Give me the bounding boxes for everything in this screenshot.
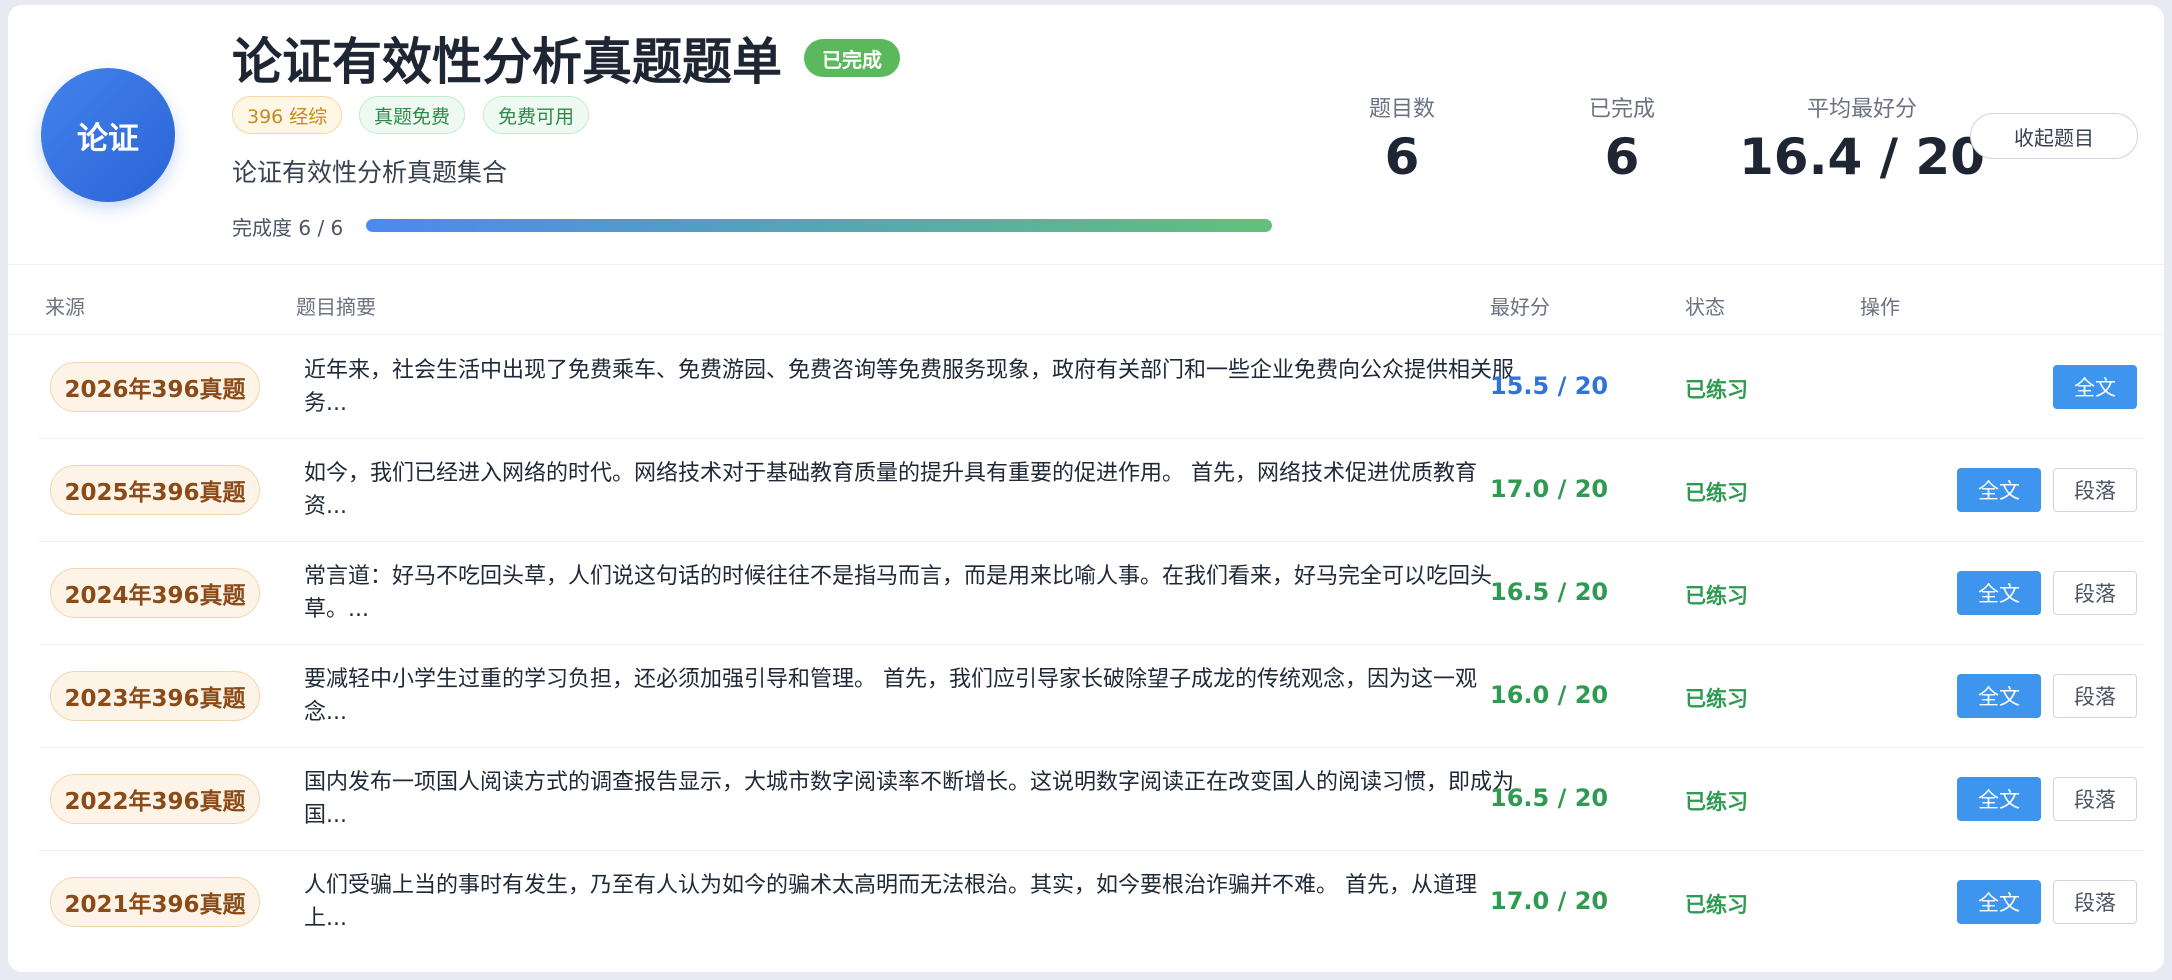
source-badge: 2021年396真题 <box>50 877 260 927</box>
question-summary: 人们受骗上当的事时有发生，乃至有人认为如今的骗术太高明而无法根治。其实，如今要根… <box>304 873 1477 931</box>
practice-status: 已练习 <box>1685 790 1748 814</box>
paragraph-button[interactable]: 段落 <box>2053 468 2137 512</box>
best-score: 16.5 / 20 <box>1490 578 1609 606</box>
column-header-best-score: 最好分 <box>1490 295 1550 319</box>
paragraph-button[interactable]: 段落 <box>2053 674 2137 718</box>
best-score: 16.5 / 20 <box>1490 784 1609 812</box>
table-row: 2026年396真题 近年来，社会生活中出现了免费乘车、免费游园、免费咨询等免费服… <box>38 336 2144 439</box>
practice-status: 已练习 <box>1685 687 1748 711</box>
question-summary: 如今，我们已经进入网络的时代。网络技术对于基础教育质量的提升具有重要的促进作用。… <box>304 461 1477 519</box>
table-row: 2025年396真题 如今，我们已经进入网络的时代。网络技术对于基础教育质量的提升… <box>38 439 2144 542</box>
tag-free-exam: 真题免费 <box>359 96 466 134</box>
full-text-button[interactable]: 全文 <box>2053 365 2137 409</box>
full-text-button[interactable]: 全文 <box>1957 571 2041 615</box>
full-text-button[interactable]: 全文 <box>1957 674 2041 718</box>
table-header: 来源 题目摘要 最好分 状态 操作 <box>8 267 2164 335</box>
progress-label: 完成度 6 / 6 <box>232 216 344 240</box>
stat-completed: 已完成 6 <box>1522 91 1722 185</box>
question-summary: 要减轻中小学生过重的学习负担，还必须加强引导和管理。 首先，我们应引导家长破除望… <box>304 667 1477 725</box>
progress-bar-fill <box>366 219 1272 232</box>
tag-subject: 396 经综 <box>232 96 343 134</box>
stat-label: 已完成 <box>1588 97 1655 122</box>
practice-status: 已练习 <box>1685 481 1748 505</box>
question-list-card: 论证 论证有效性分析真题题单 已完成 396 经综 真题免费 免费可用 论证有效… <box>8 5 2164 972</box>
question-summary: 常言道：好马不吃回头草，人们说这句话的时候往往不是指马而言，而是用来比喻人事。在… <box>304 564 1493 622</box>
stat-value: 6 <box>1384 128 1420 186</box>
best-score: 17.0 / 20 <box>1490 887 1609 915</box>
source-badge: 2022年396真题 <box>50 774 260 824</box>
stat-average-best-score: 平均最好分 16.4 / 20 <box>1732 91 1992 185</box>
tag-free-available: 免费可用 <box>483 96 590 134</box>
paragraph-button[interactable]: 段落 <box>2053 880 2137 924</box>
page-subtitle: 论证有效性分析真题集合 <box>232 158 508 187</box>
table-row: 2023年396真题 要减轻中小学生过重的学习负担，还必须加强引导和管理。 首先，… <box>38 645 2144 748</box>
question-summary: 国内发布一项国人阅读方式的调查报告显示，大城市数字阅读率不断增长。这说明数字阅读… <box>304 770 1514 828</box>
source-badge: 2026年396真题 <box>50 362 260 412</box>
stat-value: 6 <box>1604 128 1640 186</box>
best-score: 17.0 / 20 <box>1490 475 1609 503</box>
column-header-actions: 操作 <box>1860 295 1900 319</box>
table-row: 2022年396真题 国内发布一项国人阅读方式的调查报告显示，大城市数字阅读率不断… <box>38 748 2144 851</box>
stat-value: 16.4 / 20 <box>1738 128 1986 186</box>
stat-label: 题目数 <box>1368 97 1435 122</box>
full-text-button[interactable]: 全文 <box>1957 777 2041 821</box>
avatar: 论证 <box>41 68 175 202</box>
source-badge: 2025年396真题 <box>50 465 260 515</box>
list-header: 论证 论证有效性分析真题题单 已完成 396 经综 真题免费 免费可用 论证有效… <box>8 5 2164 265</box>
full-text-button[interactable]: 全文 <box>1957 468 2041 512</box>
paragraph-button[interactable]: 段落 <box>2053 777 2137 821</box>
question-summary: 近年来，社会生活中出现了免费乘车、免费游园、免费咨询等免费服务现象，政府有关部门… <box>304 358 1514 416</box>
best-score: 15.5 / 20 <box>1490 372 1609 400</box>
source-badge: 2023年396真题 <box>50 671 260 721</box>
best-score: 16.0 / 20 <box>1490 681 1609 709</box>
collapse-questions-button[interactable]: 收起题目 <box>1970 113 2138 159</box>
source-badge: 2024年396真题 <box>50 568 260 618</box>
practice-status: 已练习 <box>1685 893 1748 917</box>
progress-bar <box>366 219 1272 232</box>
page-title: 论证有效性分析真题题单 <box>232 33 782 91</box>
paragraph-button[interactable]: 段落 <box>2053 571 2137 615</box>
practice-status: 已练习 <box>1685 584 1748 608</box>
practice-status: 已练习 <box>1685 378 1748 402</box>
column-header-summary: 题目摘要 <box>296 295 376 319</box>
table-row: 2021年396真题 人们受骗上当的事时有发生，乃至有人认为如今的骗术太高明而无法… <box>38 851 2144 954</box>
stat-question-count: 题目数 6 <box>1302 91 1502 185</box>
table-row: 2024年396真题 常言道：好马不吃回头草，人们说这句话的时候往往不是指马而言，… <box>38 542 2144 645</box>
full-text-button[interactable]: 全文 <box>1957 880 2041 924</box>
status-badge: 已完成 <box>804 39 900 77</box>
column-header-source: 来源 <box>45 295 85 319</box>
column-header-status: 状态 <box>1685 295 1725 319</box>
stat-label: 平均最好分 <box>1806 97 1917 122</box>
